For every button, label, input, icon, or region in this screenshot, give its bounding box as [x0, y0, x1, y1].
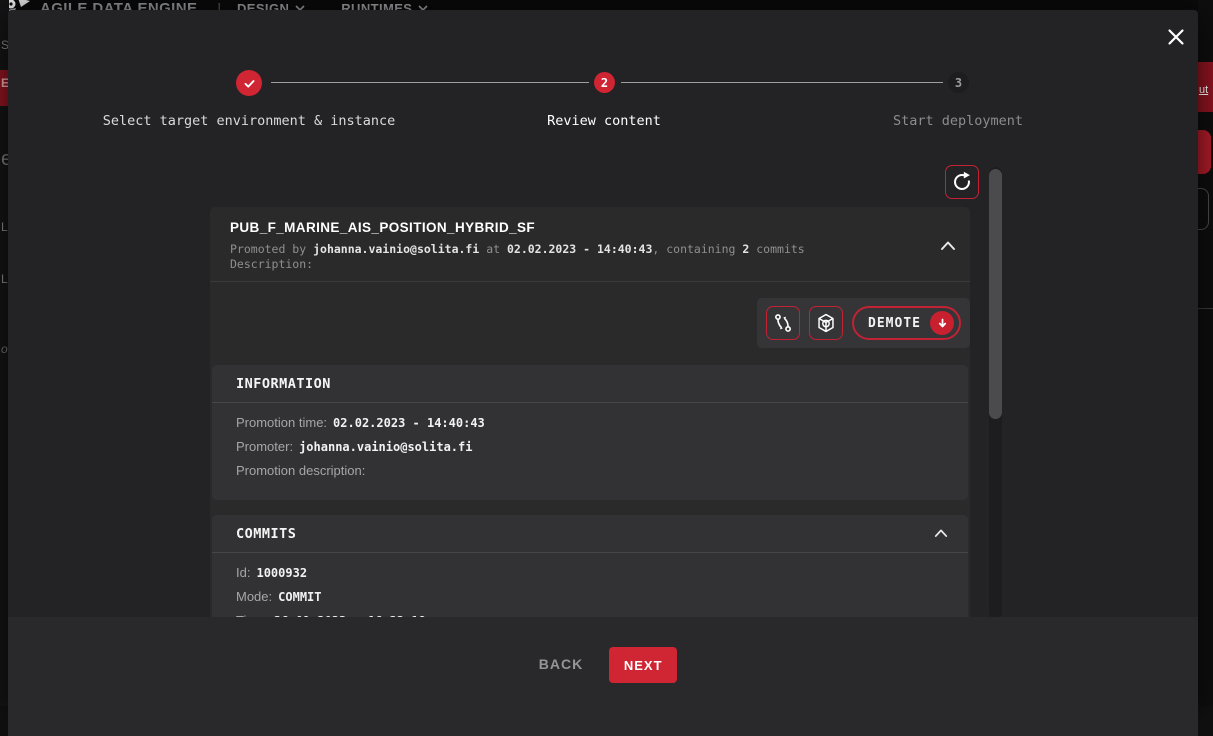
bg-fragment: o — [1, 342, 8, 356]
scrollbar-thumb[interactable] — [989, 169, 1002, 419]
refresh-icon — [951, 171, 973, 193]
info-row-value: johanna.vainio@solita.fi — [299, 440, 472, 454]
commit-row: Id: 1000932 — [236, 561, 944, 585]
step-1-indicator — [236, 70, 262, 96]
information-header: INFORMATION — [212, 365, 968, 403]
view-package-button[interactable] — [809, 306, 843, 340]
promoted-at: at — [479, 242, 507, 256]
promoter-email: johanna.vainio@solita.fi — [313, 242, 479, 256]
package-title: PUB_F_MARINE_AIS_POSITION_HYBRID_SF — [230, 220, 950, 235]
view-commits-button[interactable] — [766, 306, 800, 340]
commit-row-value: 1000932 — [256, 566, 307, 580]
info-row-label: Promoter: — [236, 439, 293, 454]
commits-header: COMMITS — [212, 515, 968, 553]
bg-fragment: L — [1, 220, 8, 234]
chevron-up-icon — [934, 528, 948, 538]
information-title: INFORMATION — [236, 376, 331, 392]
description-label: Description: — [230, 257, 950, 271]
arrow-down-circle-icon — [930, 311, 954, 335]
background-right-strip: ut — [1198, 0, 1213, 706]
back-button[interactable]: BACK — [529, 647, 593, 681]
information-section: INFORMATION Promotion time: 02.02.2023 - … — [212, 365, 968, 500]
step-connector — [271, 82, 589, 83]
package-card-header: PUB_F_MARINE_AIS_POSITION_HYBRID_SF Prom… — [210, 207, 970, 282]
commits-body: Id: 1000932 Mode: COMMIT Time:26.01.2023 -… — [212, 553, 968, 617]
info-row-label: Promotion time: — [236, 415, 327, 430]
information-body: Promotion time: 02.02.2023 - 14:40:43 Pro… — [212, 403, 968, 491]
commit-row-value: COMMIT — [278, 590, 321, 604]
commit-row: Time:26.01.2023 - 16:22:18 — [236, 609, 944, 617]
promoted-containing: , containing — [652, 242, 742, 256]
logout-link-fragment[interactable]: ut — [1199, 84, 1208, 96]
background-red-bar: ut — [1198, 62, 1213, 112]
step-connector — [621, 82, 943, 83]
check-icon — [242, 76, 257, 91]
step-2-indicator: 2 — [594, 72, 615, 93]
next-button[interactable]: NEXT — [609, 647, 677, 683]
dialog-footer: BACK NEXT — [8, 617, 1198, 736]
info-row: Promoter: johanna.vainio@solita.fi — [236, 435, 944, 459]
bg-fragment: L — [1, 272, 8, 286]
step-3-label: Start deployment — [748, 113, 1168, 129]
step-3-indicator: 3 — [948, 72, 969, 93]
cube-icon — [815, 312, 837, 334]
commit-row: Mode: COMMIT — [236, 585, 944, 609]
scrollbar[interactable] — [989, 167, 1002, 617]
package-promoted-line: Promoted by johanna.vainio@solita.fi at … — [230, 242, 950, 256]
card-collapse-button[interactable] — [934, 231, 962, 259]
demote-button[interactable]: DEMOTE — [852, 306, 961, 340]
info-row-label: Promotion description: — [236, 463, 365, 478]
commit-row-label: Mode: — [236, 589, 272, 604]
chevron-up-icon — [940, 240, 956, 251]
promotion-time: 02.02.2023 - 14:40:43 — [507, 242, 652, 256]
promoted-prefix: Promoted by — [230, 242, 313, 256]
commits-collapse-button[interactable] — [928, 520, 954, 546]
commit-row-label: Id: — [236, 565, 250, 580]
package-toolbar: DEMOTE — [757, 298, 970, 348]
refresh-button[interactable] — [945, 165, 979, 199]
deployment-dialog: 2 3 Select target environment & instance… — [8, 10, 1198, 706]
dialog-body: 2 3 Select target environment & instance… — [8, 10, 1198, 617]
promoted-suffix: commits — [749, 242, 804, 256]
commits-section: COMMITS Id: 1000932 Mode: COMMIT Time:26.0… — [212, 515, 968, 617]
info-row-value: 02.02.2023 - 14:40:43 — [333, 416, 485, 430]
info-row: Promotion time: 02.02.2023 - 14:40:43 — [236, 411, 944, 435]
info-row: Promotion description: — [236, 459, 944, 483]
background-divider — [1198, 308, 1213, 309]
route-arrows-icon — [772, 312, 794, 334]
demote-label: DEMOTE — [868, 316, 921, 331]
package-card: PUB_F_MARINE_AIS_POSITION_HYBRID_SF Prom… — [210, 207, 970, 617]
deployment-stepper: 2 3 Select target environment & instance… — [8, 10, 1198, 140]
commits-title: COMMITS — [236, 526, 296, 542]
